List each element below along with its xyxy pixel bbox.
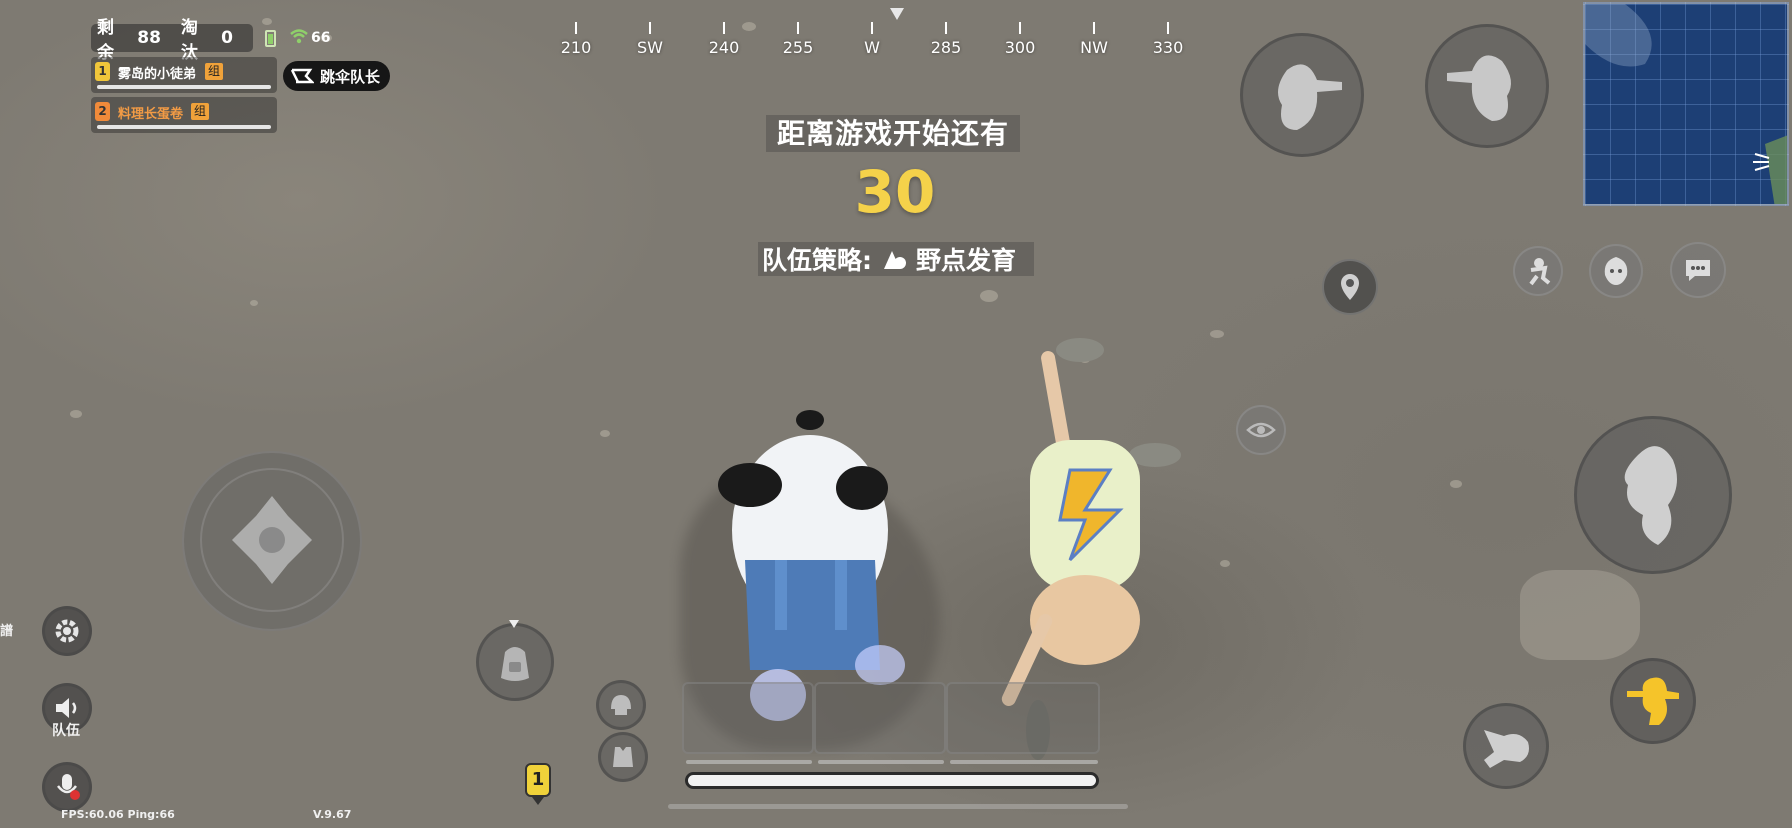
strategy-label: 队伍策略: [762, 246, 872, 275]
slot-bar-2 [818, 760, 944, 764]
battery-icon [265, 30, 276, 47]
item-slot-1[interactable] [682, 682, 814, 754]
member-index: 2 [95, 102, 110, 121]
member-health-bar [97, 125, 271, 129]
backpack-button[interactable] [476, 623, 554, 701]
wifi-icon [290, 29, 308, 44]
helmet-icon [611, 695, 631, 715]
vest-slot[interactable] [598, 732, 648, 782]
jumpmaster-label: 跳伞队长 [320, 67, 381, 86]
face-button[interactable] [1589, 244, 1643, 298]
member-name: 雾岛的小徒弟 [118, 67, 197, 82]
version-label: V.9.67 [313, 808, 352, 821]
minimap[interactable] [1583, 2, 1789, 206]
slot-bar-1 [686, 760, 812, 764]
countdown-title: 距离游戏开始还有 [766, 115, 1020, 152]
slot-bar-3 [950, 760, 1098, 764]
location-pin-button[interactable] [1322, 259, 1378, 315]
jump-button[interactable] [1574, 416, 1732, 574]
player-health-bar [685, 772, 1099, 789]
teammate-marker: 1 [525, 763, 551, 797]
face-icon [1604, 257, 1628, 285]
backpack-icon [501, 647, 529, 681]
settings-button[interactable] [42, 606, 92, 656]
speaker-icon [56, 698, 77, 718]
member-tag: 组 [205, 63, 224, 80]
prone-icon [1484, 730, 1529, 768]
team-member-1[interactable]: 1 雾岛的小徒弟 组 [91, 57, 277, 93]
strategy-value: 野点发育 [916, 246, 1017, 275]
microphone-button[interactable] [42, 762, 92, 812]
member-health-bar [97, 85, 271, 89]
compass-label: SW [637, 38, 663, 57]
countdown-value: 30 [854, 158, 936, 226]
team-member-2[interactable]: 2 料理长蛋卷 组 [91, 97, 277, 133]
compass-label: 255 [782, 38, 814, 57]
marker-pointer [532, 797, 544, 805]
jumpmaster-button[interactable]: 跳伞队长 [283, 61, 390, 91]
crouch-aim-button[interactable] [1610, 658, 1696, 744]
backpack-indicator [509, 620, 519, 628]
fire-left-button[interactable] [1240, 33, 1364, 157]
vest-icon [613, 747, 633, 767]
compass-label: 285 [930, 38, 962, 57]
emote-icon [1529, 258, 1551, 286]
jump-icon [1624, 446, 1677, 545]
compass-label: 300 [1004, 38, 1036, 57]
item-slot-2[interactable] [814, 682, 946, 754]
compass-label: 210 [560, 38, 592, 57]
team-voice-label: 队伍 [52, 723, 80, 739]
energy-bar [668, 804, 1128, 809]
strategy-icon [884, 251, 906, 269]
member-tag: 组 [191, 103, 210, 120]
remaining-label: 剩余 [97, 18, 114, 63]
side-tab[interactable]: 譜 [0, 620, 14, 639]
shoot-active-icon [1627, 677, 1679, 725]
helmet-slot[interactable] [596, 680, 646, 730]
compass-label: 240 [708, 38, 740, 57]
emote-button[interactable] [1513, 246, 1563, 296]
team-strategy: 队伍策略: 野点发育 [758, 242, 1034, 276]
fire-right-button[interactable] [1425, 24, 1549, 148]
eliminated-count: 0 [221, 28, 233, 48]
prone-button[interactable] [1463, 703, 1549, 789]
compass-label: W [864, 38, 880, 57]
location-pin-icon [1341, 274, 1359, 300]
shoot-icon [1447, 55, 1511, 121]
panda-character [718, 410, 905, 721]
match-stats: 剩余 88 淘汰 0 [91, 18, 253, 63]
settings-icon [55, 619, 79, 643]
chat-button[interactable] [1670, 242, 1726, 298]
member-index: 1 [95, 62, 110, 81]
shoot-icon [1278, 64, 1342, 130]
item-slot-3[interactable] [946, 682, 1100, 754]
compass: 210 SW 240 255 W 285 300 NW 330 [540, 14, 1200, 58]
parachute-icon [290, 68, 314, 84]
mic-off-icon [57, 774, 80, 800]
joystick-dpad-icon [232, 496, 312, 584]
eliminated-label: 淘汰 [180, 18, 198, 63]
fps-ping-readout: FPS:60.06 Ping:66 [61, 808, 175, 821]
minimap-terrain [1585, 4, 1787, 204]
compass-label: NW [1080, 38, 1108, 57]
eye-icon [1246, 422, 1276, 438]
signal-ping: 66 [311, 30, 331, 46]
compass-label: 330 [1152, 38, 1184, 57]
member-name: 料理长蛋卷 [118, 107, 184, 122]
free-look-button[interactable] [1236, 405, 1286, 455]
chat-icon [1686, 260, 1710, 281]
remaining-count: 88 [137, 28, 161, 48]
